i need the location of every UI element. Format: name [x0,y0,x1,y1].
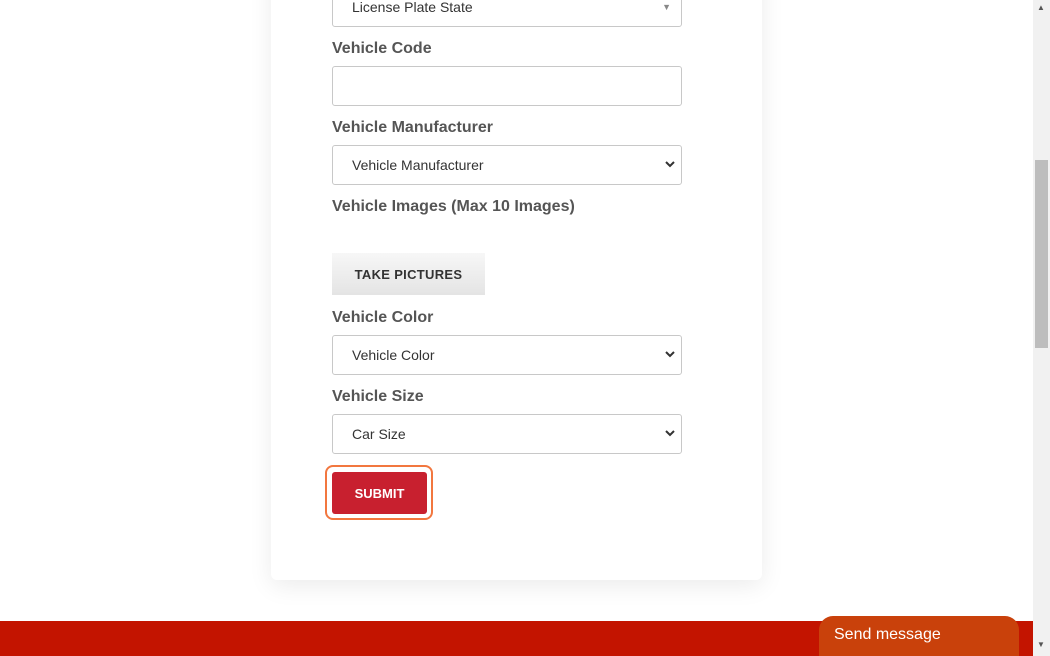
chevron-down-icon [665,159,675,171]
chevron-down-icon [665,428,675,440]
vehicle-code-label: Vehicle Code [332,40,432,57]
vehicle-size-select[interactable]: Car Size [332,414,682,454]
license-plate-state-select[interactable]: License Plate State ▼ [332,0,682,27]
chevron-down-icon [665,349,675,361]
vehicle-color-select[interactable]: Vehicle Color [332,335,682,375]
vehicle-code-input[interactable] [332,66,682,106]
scroll-down-arrow-icon[interactable]: ▼ [1037,640,1045,649]
vehicle-size-label: Vehicle Size [332,388,424,405]
send-message-chat-button[interactable]: Send message [819,616,1019,656]
license-plate-state-value: License Plate State [352,0,473,15]
vehicle-manufacturer-select[interactable]: Vehicle Manufacturer [332,145,682,185]
page: License Plate State ▼ Vehicle Code Vehic… [0,0,1033,656]
vehicle-color-value: Vehicle Color [352,347,435,363]
vehicle-color-label: Vehicle Color [332,309,434,326]
send-message-label: Send message [834,626,941,643]
scrollbar-thumb[interactable] [1035,160,1048,348]
scroll-up-arrow-icon[interactable]: ▲ [1037,3,1045,12]
submit-button[interactable]: SUBMIT [332,472,427,514]
vehicle-manufacturer-label: Vehicle Manufacturer [332,119,493,136]
vehicle-manufacturer-value: Vehicle Manufacturer [352,157,484,173]
vehicle-images-label: Vehicle Images (Max 10 Images) [332,198,575,215]
vertical-scrollbar[interactable]: ▲ ▼ [1033,0,1050,656]
take-pictures-button[interactable]: TAKE PICTURES [332,253,485,295]
dropdown-arrow-icon: ▼ [662,2,671,12]
vehicle-size-value: Car Size [352,426,406,442]
